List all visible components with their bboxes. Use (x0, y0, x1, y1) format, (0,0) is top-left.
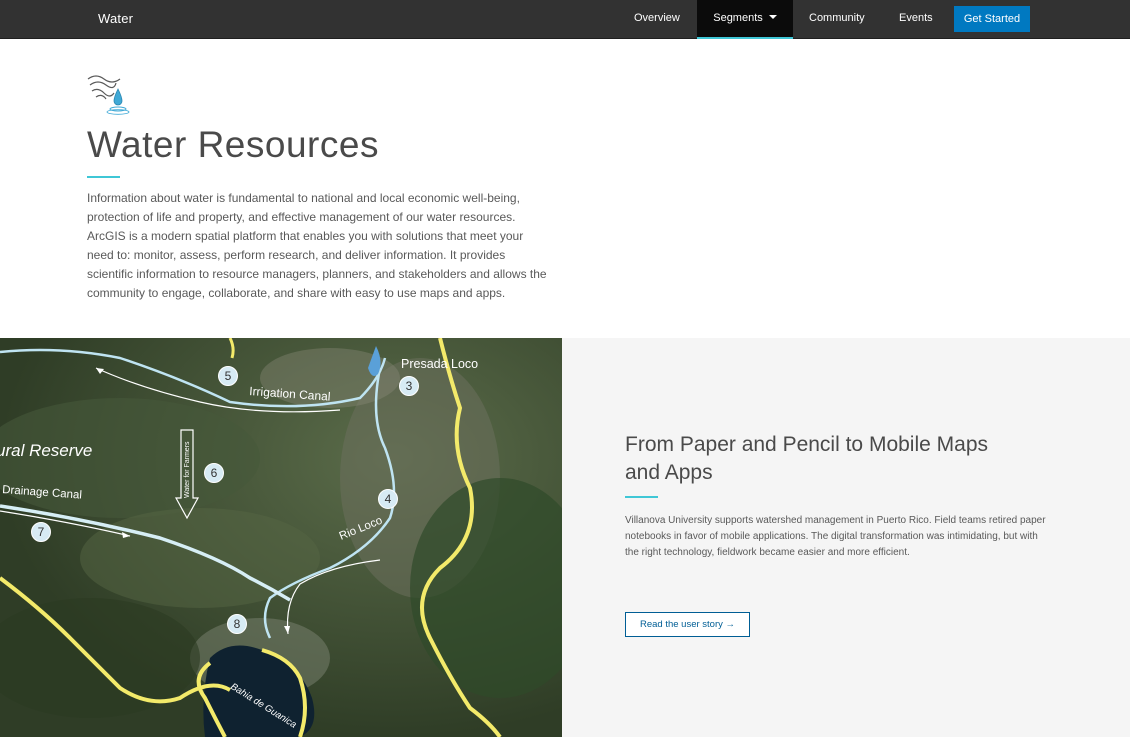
get-started-button[interactable]: Get Started (954, 6, 1030, 32)
map-label-farmers: Water for Farmers (184, 441, 191, 498)
page-title: Water Resources (87, 124, 379, 166)
map-label-presada: Presada Loco (401, 357, 478, 371)
map-marker-3: 3 (406, 379, 413, 393)
story-description: Villanova University supports watershed … (625, 513, 1050, 561)
map-marker-5: 5 (225, 369, 232, 383)
map-label-reserve: ural Reserve (0, 441, 92, 460)
nav-overview[interactable]: Overview (634, 0, 680, 39)
hero-description: Information about water is fundamental t… (87, 189, 547, 303)
story-divider (625, 496, 658, 498)
map-marker-4: 4 (385, 492, 392, 506)
nav-community[interactable]: Community (809, 0, 865, 39)
read-user-story-button[interactable]: Read the user story → (625, 612, 750, 637)
chevron-down-icon (769, 15, 777, 19)
top-nav: Water Overview Segments Community Events… (0, 0, 1130, 39)
map-marker-8: 8 (234, 617, 241, 631)
story-title: From Paper and Pencil to Mobile Maps and… (625, 431, 1025, 487)
nav-events[interactable]: Events (899, 0, 933, 39)
map-marker-6: 6 (211, 466, 218, 480)
watershed-map-image: 3 4 5 6 7 8 ural Reserve Drainage Canal … (0, 338, 562, 737)
map-marker-7: 7 (38, 525, 45, 539)
story-panel: From Paper and Pencil to Mobile Maps and… (562, 338, 1130, 737)
title-divider (87, 176, 120, 178)
nav-segments-label: Segments (713, 12, 763, 24)
water-drop-icon (86, 71, 130, 115)
brand-title[interactable]: Water (98, 11, 133, 26)
nav-segments[interactable]: Segments (697, 0, 793, 39)
